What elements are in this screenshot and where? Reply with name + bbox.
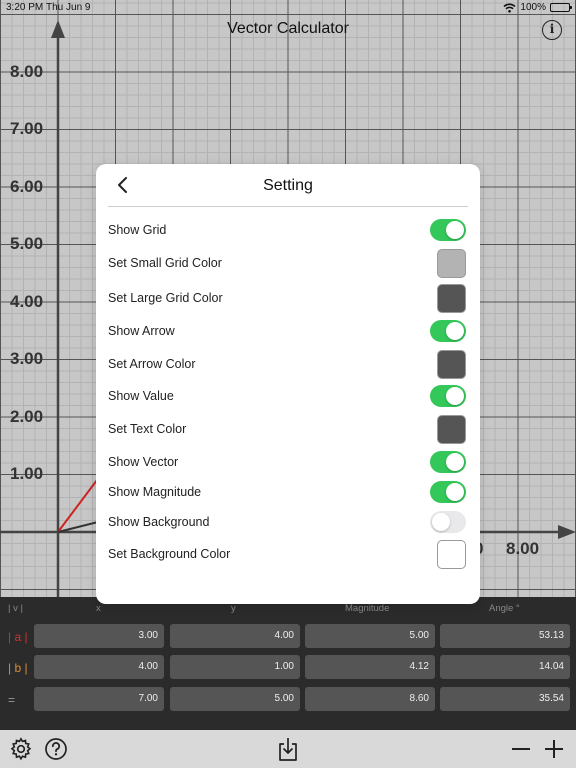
show-vector-toggle[interactable] <box>430 451 466 473</box>
cell-a-magnitude[interactable]: 5.00 <box>305 624 435 648</box>
setting-row-show-vector: Show Vector <box>108 447 466 477</box>
background-color-swatch[interactable] <box>437 540 466 569</box>
cell-b-y[interactable]: 1.00 <box>170 655 300 679</box>
setting-label: Set Background Color <box>108 547 231 561</box>
setting-label: Show Grid <box>108 223 167 237</box>
help-icon[interactable] <box>44 737 68 761</box>
setting-label: Set Small Grid Color <box>108 256 222 270</box>
column-header: Magnitude <box>345 603 390 614</box>
setting-label: Set Arrow Color <box>108 357 196 371</box>
y-tick-label: 2.00 <box>10 407 44 426</box>
show-grid-toggle[interactable] <box>430 219 466 241</box>
show-magnitude-toggle[interactable] <box>430 481 466 503</box>
y-tick-label: 8.00 <box>10 62 44 81</box>
status-right: 100% <box>503 2 572 13</box>
y-tick-label: 7.00 <box>10 119 44 138</box>
setting-label: Show Value <box>108 389 174 403</box>
cell-sum-x: 7.00 <box>34 687 164 711</box>
setting-row-show-background: Show Background <box>108 507 466 537</box>
dialog-header: Setting <box>96 164 480 206</box>
arrow-color-swatch[interactable] <box>437 350 466 379</box>
setting-row-small-grid-color: Set Small Grid Color <box>108 248 466 278</box>
vector-table: | v | x y Magnitude Angle ° | a | 3.00 4… <box>0 597 576 730</box>
gear-icon[interactable] <box>9 737 33 761</box>
show-value-toggle[interactable] <box>430 385 466 407</box>
status-date: Thu Jun 9 <box>46 2 91 13</box>
small-grid-color-swatch[interactable] <box>437 249 466 278</box>
show-background-toggle[interactable] <box>430 511 466 533</box>
setting-label: Show Magnitude <box>108 485 202 499</box>
x-axis-arrow <box>558 525 576 539</box>
battery-percent: 100% <box>520 2 546 13</box>
show-arrow-toggle[interactable] <box>430 320 466 342</box>
setting-label: Show Vector <box>108 455 179 469</box>
download-icon[interactable] <box>277 736 299 762</box>
cell-b-angle[interactable]: 14.04 <box>440 655 570 679</box>
plus-icon[interactable] <box>543 738 565 760</box>
status-bar: 3:20 PM Thu Jun 9 100% <box>0 0 576 14</box>
large-grid-color-swatch[interactable] <box>437 284 466 313</box>
dialog-title: Setting <box>263 177 313 194</box>
cell-b-x[interactable]: 4.00 <box>34 655 164 679</box>
setting-label: Show Arrow <box>108 324 175 338</box>
setting-label: Set Large Grid Color <box>108 291 223 305</box>
app-title: Vector Calculator <box>227 20 349 37</box>
settings-dialog: Setting Show Grid Set Small Grid Color S… <box>96 164 480 604</box>
cell-sum-y: 5.00 <box>170 687 300 711</box>
status-time: 3:20 PM <box>6 2 44 13</box>
x-tick-label: 8.00 <box>506 539 540 558</box>
text-color-swatch[interactable] <box>437 415 466 444</box>
y-tick-label: 3.00 <box>10 349 44 368</box>
setting-row-show-value: Show Value <box>108 381 466 411</box>
setting-row-arrow-color: Set Arrow Color <box>108 349 466 379</box>
y-tick-label: 1.00 <box>10 464 44 483</box>
setting-label: Show Background <box>108 515 210 529</box>
column-header: | v | <box>8 603 23 614</box>
cell-sum-angle: 35.54 <box>440 687 570 711</box>
cell-a-angle[interactable]: 53.13 <box>440 624 570 648</box>
minus-icon[interactable] <box>510 738 532 760</box>
column-header: Angle ° <box>489 603 520 614</box>
info-icon[interactable]: i <box>542 20 562 40</box>
divider <box>108 206 468 207</box>
setting-row-large-grid-color: Set Large Grid Color <box>108 283 466 313</box>
row-label-a: | a | <box>8 630 28 644</box>
setting-label: Set Text Color <box>108 422 187 436</box>
y-tick-label: 5.00 <box>10 234 44 253</box>
cell-b-magnitude[interactable]: 4.12 <box>305 655 435 679</box>
setting-row-show-arrow: Show Arrow <box>108 316 466 346</box>
y-tick-label: 6.00 <box>10 177 44 196</box>
setting-row-show-magnitude: Show Magnitude <box>108 477 466 507</box>
wifi-icon <box>503 3 516 13</box>
battery-icon <box>550 3 572 12</box>
column-header: y <box>231 603 236 614</box>
row-label-b: | b | <box>8 661 28 675</box>
cell-a-x[interactable]: 3.00 <box>34 624 164 648</box>
cell-a-y[interactable]: 4.00 <box>170 624 300 648</box>
setting-row-background-color: Set Background Color <box>108 539 466 569</box>
bottom-toolbar <box>0 730 576 768</box>
setting-row-show-grid: Show Grid <box>108 215 466 245</box>
cell-sum-magnitude: 8.60 <box>305 687 435 711</box>
y-tick-label: 4.00 <box>10 292 44 311</box>
column-header: x <box>96 603 101 614</box>
row-label-sum: = <box>8 693 16 707</box>
setting-row-text-color: Set Text Color <box>108 414 466 444</box>
